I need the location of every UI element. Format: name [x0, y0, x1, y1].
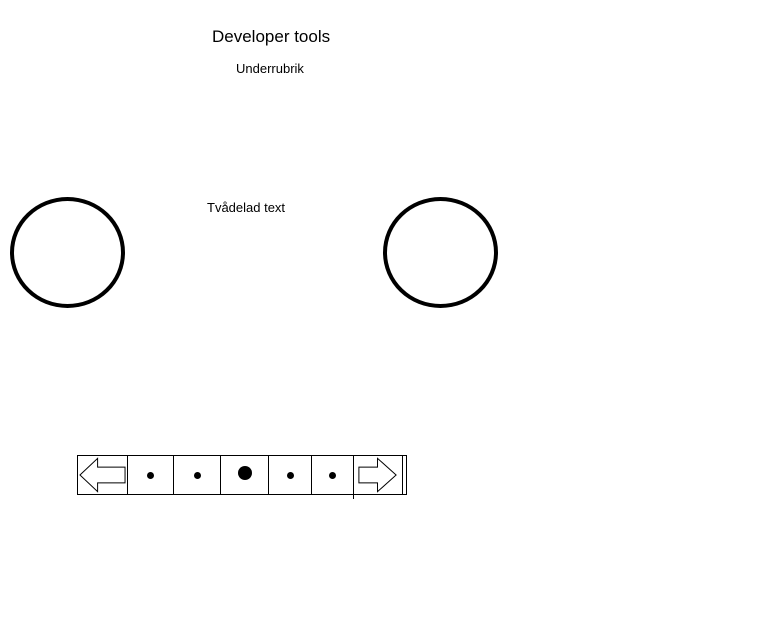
dot-indicator: [193, 471, 201, 479]
dot-indicator-active: [237, 466, 252, 480]
dot-indicator: [329, 471, 336, 479]
page-title: Developer tools: [212, 27, 331, 46]
circle-right-placeholder: [383, 197, 498, 308]
carousel-end-cap: [403, 456, 407, 494]
carousel-dot-5[interactable]: [312, 456, 354, 494]
dot-indicator: [147, 471, 154, 479]
carousel-dot-2[interactable]: [174, 456, 221, 494]
carousel-dot-4[interactable]: [269, 456, 312, 494]
carousel-dot-3-active[interactable]: [221, 456, 269, 494]
arrow-left-icon: [79, 457, 126, 493]
body-text: Tvådelad text: [207, 200, 286, 215]
page-subtitle: Underrubrik: [236, 61, 304, 76]
circle-left-placeholder: [10, 197, 125, 308]
carousel: [77, 455, 407, 495]
carousel-prev-button[interactable]: [78, 456, 128, 494]
carousel-divider-tick: [353, 495, 354, 499]
arrow-right-icon: [358, 457, 397, 493]
dot-indicator: [286, 471, 294, 479]
carousel-next-button[interactable]: [354, 456, 403, 494]
carousel-dot-1[interactable]: [128, 456, 174, 494]
